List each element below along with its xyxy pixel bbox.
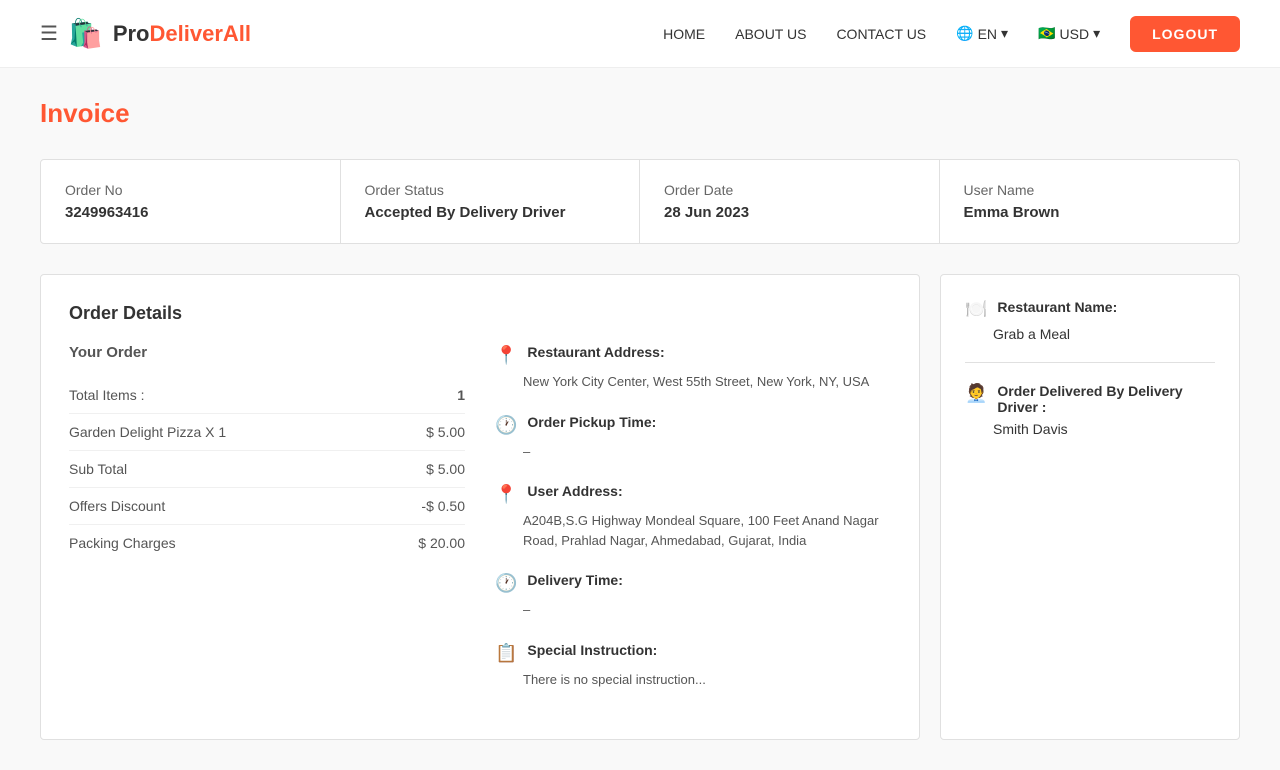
- clock-icon: 🕐: [495, 415, 517, 436]
- order-status-cell: Order Status Accepted By Delivery Driver: [341, 160, 641, 243]
- restaurant-address-value: New York City Center, West 55th Street, …: [495, 372, 891, 392]
- logo-icon: 🛍️: [68, 17, 103, 50]
- header-nav: HOME ABOUT US CONTACT US 🌐 EN ▾ 🇧🇷 USD ▾…: [663, 16, 1240, 52]
- lang-chevron-icon: ▾: [1001, 25, 1008, 42]
- header: ☰ 🛍️ ProDeliverAll HOME ABOUT US CONTACT…: [0, 0, 1280, 68]
- restaurant-address-block: 📍 Restaurant Address: New York City Cent…: [495, 344, 891, 392]
- driver-block: 🧑‍💼 Order Delivered By Delivery Driver :…: [965, 383, 1215, 457]
- discount-row: Offers Discount -$ 0.50: [69, 488, 465, 525]
- total-items-label: Total Items :: [69, 387, 144, 403]
- total-items-value: 1: [457, 387, 465, 403]
- order-status-label: Order Status: [365, 182, 616, 198]
- special-instruction-block: 📋 Special Instruction: There is no speci…: [495, 642, 891, 690]
- details-left-panel: Order Details Your Order Total Items : 1…: [40, 274, 920, 740]
- order-status-value: Accepted By Delivery Driver: [365, 204, 616, 221]
- order-details-title: Order Details: [69, 303, 891, 324]
- restaurant-address-header: 📍 Restaurant Address:: [495, 344, 891, 366]
- restaurant-name-header: 🍽️ Restaurant Name:: [965, 299, 1215, 320]
- delivery-time-value: –: [495, 600, 891, 620]
- currency-chevron-icon: ▾: [1093, 25, 1100, 42]
- order-date-value: 28 Jun 2023: [664, 204, 915, 221]
- restaurant-icon: 🍽️: [965, 299, 987, 320]
- restaurant-name-label: Restaurant Name:: [997, 299, 1117, 315]
- delivery-time-block: 🕐 Delivery Time: –: [495, 572, 891, 620]
- logo-deliver: DeliverAll: [150, 21, 252, 46]
- list-icon: 📋: [495, 643, 517, 664]
- user-address-header: 📍 User Address:: [495, 483, 891, 505]
- special-instruction-header: 📋 Special Instruction:: [495, 642, 891, 664]
- page-content: Invoice Order No 3249963416 Order Status…: [0, 68, 1280, 770]
- sub-total-row: Sub Total $ 5.00: [69, 451, 465, 488]
- delivery-clock-icon: 🕐: [495, 573, 517, 594]
- delivery-info-column: 📍 Restaurant Address: New York City Cent…: [495, 344, 891, 711]
- pizza-value: $ 5.00: [426, 424, 465, 440]
- pickup-time-block: 🕐 Order Pickup Time: –: [495, 414, 891, 462]
- user-address-block: 📍 User Address: A204B,S.G Highway Mondea…: [495, 483, 891, 550]
- currency-flag: 🇧🇷: [1038, 25, 1055, 42]
- page-title: Invoice: [40, 98, 1240, 129]
- lang-label: EN: [978, 26, 997, 42]
- driver-icon: 🧑‍💼: [965, 383, 987, 404]
- header-left: ☰ 🛍️ ProDeliverAll: [40, 17, 251, 50]
- packing-value: $ 20.00: [418, 535, 465, 551]
- logo-text: ProDeliverAll: [113, 21, 251, 47]
- details-left-inner: Your Order Total Items : 1 Garden Deligh…: [69, 344, 891, 711]
- pizza-line-row: Garden Delight Pizza X 1 $ 5.00: [69, 414, 465, 451]
- total-items-row: Total Items : 1: [69, 377, 465, 414]
- restaurant-name-block: 🍽️ Restaurant Name: Grab a Meal: [965, 299, 1215, 363]
- packing-row: Packing Charges $ 20.00: [69, 525, 465, 561]
- your-order-label: Your Order: [69, 344, 465, 361]
- order-info-bar: Order No 3249963416 Order Status Accepte…: [40, 159, 1240, 244]
- delivery-time-header: 🕐 Delivery Time:: [495, 572, 891, 594]
- driver-value: Smith Davis: [965, 421, 1215, 437]
- packing-label: Packing Charges: [69, 535, 176, 551]
- order-no-value: 3249963416: [65, 204, 316, 221]
- special-instruction-label: Special Instruction:: [527, 642, 657, 658]
- restaurant-name-value: Grab a Meal: [965, 326, 1215, 342]
- language-selector[interactable]: 🌐 EN ▾: [956, 25, 1008, 42]
- driver-label: Order Delivered By Delivery Driver :: [997, 383, 1215, 415]
- sub-total-value: $ 5.00: [426, 461, 465, 477]
- pickup-time-label: Order Pickup Time:: [527, 414, 656, 430]
- user-name-cell: User Name Emma Brown: [940, 160, 1240, 243]
- pin-icon: 📍: [495, 345, 517, 366]
- order-no-cell: Order No 3249963416: [41, 160, 341, 243]
- order-summary: Your Order Total Items : 1 Garden Deligh…: [69, 344, 465, 711]
- driver-header: 🧑‍💼 Order Delivered By Delivery Driver :: [965, 383, 1215, 415]
- logout-button[interactable]: LOGOUT: [1130, 16, 1240, 52]
- user-pin-icon: 📍: [495, 484, 517, 505]
- delivery-time-label: Delivery Time:: [527, 572, 622, 588]
- restaurant-address-label: Restaurant Address:: [527, 344, 664, 360]
- user-address-label: User Address:: [527, 483, 622, 499]
- user-address-value: A204B,S.G Highway Mondeal Square, 100 Fe…: [495, 511, 891, 550]
- details-right-panel: 🍽️ Restaurant Name: Grab a Meal 🧑‍💼 Orde…: [940, 274, 1240, 740]
- discount-label: Offers Discount: [69, 498, 165, 514]
- sub-total-label: Sub Total: [69, 461, 127, 477]
- pickup-time-header: 🕐 Order Pickup Time:: [495, 414, 891, 436]
- user-name-value: Emma Brown: [964, 204, 1216, 221]
- details-section: Order Details Your Order Total Items : 1…: [40, 274, 1240, 740]
- hamburger-icon[interactable]: ☰: [40, 21, 58, 46]
- currency-selector[interactable]: 🇧🇷 USD ▾: [1038, 25, 1100, 42]
- logo-pro: Pro: [113, 21, 150, 46]
- lang-flag: 🌐: [956, 25, 973, 42]
- nav-contact[interactable]: CONTACT US: [836, 26, 926, 42]
- nav-about[interactable]: ABOUT US: [735, 26, 806, 42]
- pickup-time-value: –: [495, 442, 891, 462]
- pizza-label: Garden Delight Pizza X 1: [69, 424, 226, 440]
- discount-value: -$ 0.50: [421, 498, 465, 514]
- user-name-label: User Name: [964, 182, 1216, 198]
- nav-home[interactable]: HOME: [663, 26, 705, 42]
- special-instruction-value: There is no special instruction...: [495, 670, 891, 690]
- order-no-label: Order No: [65, 182, 316, 198]
- currency-label: USD: [1060, 26, 1090, 42]
- order-date-label: Order Date: [664, 182, 915, 198]
- order-date-cell: Order Date 28 Jun 2023: [640, 160, 940, 243]
